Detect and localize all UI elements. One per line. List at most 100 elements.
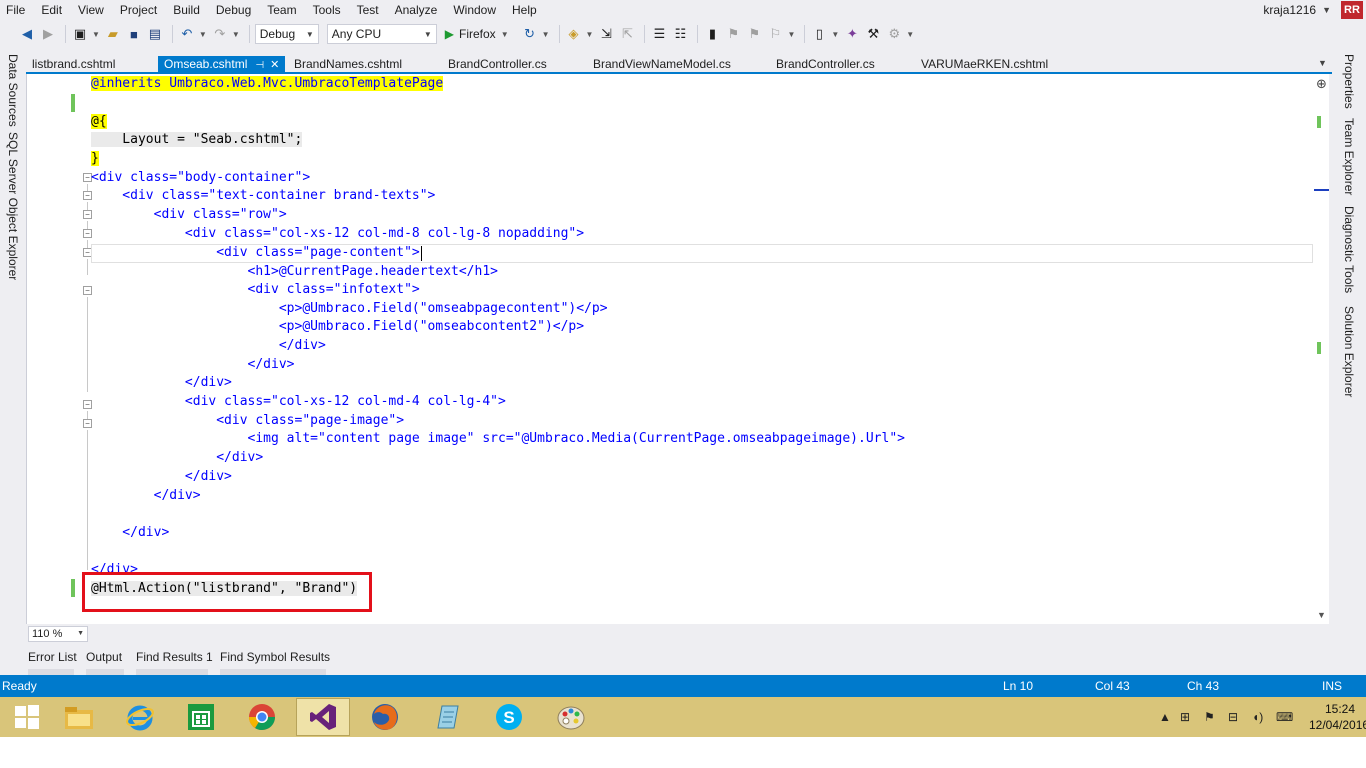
redo-icon[interactable]: ↷ [211,25,229,43]
step-over-icon[interactable]: ⇱ [618,25,636,43]
code-line-1[interactable]: @inherits Umbraco.Web.Mvc.UmbracoTemplat… [91,74,444,93]
tab-team-explorer[interactable]: Team Explorer [1342,118,1356,195]
doc-tab-omseab[interactable]: Omseab.cshtml ⊣ ✕ [158,56,286,72]
action-center-icon[interactable]: ⊞ [1180,710,1190,724]
comment-icon[interactable]: ☰ [650,25,668,43]
settings-icon[interactable]: ⚙ [885,25,903,43]
open-file-icon[interactable]: ▰ [104,25,122,43]
clear-bookmarks-icon[interactable]: ⚐ [766,25,784,43]
forward-icon[interactable]: ▶ [39,25,57,43]
tab-diagnostic-tools[interactable]: Diagnostic Tools [1342,206,1356,293]
menu-file[interactable]: File [0,0,33,20]
chevron-down-icon[interactable]: ▼ [906,30,914,39]
tab-solution-explorer[interactable]: Solution Explorer [1342,306,1356,397]
code-line-9[interactable]: <div class="col-xs-12 col-md-8 col-lg-8 … [91,224,584,243]
taskbar-file-explorer[interactable] [52,698,106,736]
bookmark-icon[interactable]: ▮ [703,25,721,43]
taskbar-chrome[interactable] [235,698,289,736]
chevron-down-icon[interactable]: ▼ [306,30,314,39]
extension-icon[interactable]: ✦ [843,25,861,43]
undo-icon[interactable]: ↶ [178,25,196,43]
clock-date[interactable]: 12/04/2016 [1309,718,1366,732]
taskbar-skype[interactable]: S [482,698,536,736]
code-line-7[interactable]: <div class="text-container brand-texts"> [91,186,435,205]
code-line-19[interactable]: <div class="page-image"> [91,411,404,430]
taskbar-firefox[interactable] [358,698,412,736]
next-bookmark-icon[interactable]: ⚑ [745,25,763,43]
save-icon[interactable]: ■ [125,25,143,43]
tab-properties[interactable]: Properties [1342,54,1356,109]
tab-sql-server-object-explorer[interactable]: SQL Server Object Explorer [6,132,20,280]
code-line-20[interactable]: <img alt="content page image" src="@Umbr… [91,429,905,448]
document-icon[interactable]: ▯ [810,25,828,43]
tool-icon[interactable]: ⚒ [864,25,882,43]
chevron-down-icon[interactable]: ▼ [1318,58,1327,68]
code-line-10[interactable]: <div class="page-content"> [91,243,420,262]
doc-tab-varumaerken[interactable]: VARUMaeRKEN.cshtml [921,57,1048,72]
tab-find-results-1[interactable]: Find Results 1 [136,650,213,664]
tab-output[interactable]: Output [86,650,122,664]
menu-debug[interactable]: Debug [208,0,259,20]
code-line-17[interactable]: </div> [91,373,232,392]
menu-test[interactable]: Test [349,0,387,20]
close-icon[interactable]: ✕ [270,59,279,71]
refresh-icon[interactable]: ↻ [521,25,539,43]
chevron-down-icon[interactable]: ▼ [232,30,240,39]
code-line-16[interactable]: </div> [91,355,295,374]
clock-time[interactable]: 15:24 [1317,702,1363,716]
menu-view[interactable]: View [70,0,112,20]
uncomment-icon[interactable]: ☷ [671,25,689,43]
back-icon[interactable]: ◀ [18,25,36,43]
start-debugging-button[interactable]: ▶ Firefox ▼ [445,27,513,41]
tab-error-list[interactable]: Error List [28,650,77,664]
solution-configuration-select[interactable]: Debug ▼ [254,24,319,44]
code-line-25[interactable]: </div> [91,523,169,542]
taskbar-notepad[interactable] [420,698,474,736]
doc-tab-brandnames[interactable]: BrandNames.cshtml [294,57,402,72]
doc-tab-brandviewnamemodel[interactable]: BrandViewNameModel.cs [593,57,731,72]
code-line-13[interactable]: <p>@Umbraco.Field("omseabpagecontent")</… [91,299,608,318]
chevron-down-icon[interactable]: ▼ [787,30,795,39]
step-into-icon[interactable]: ⇲ [597,25,615,43]
menu-project[interactable]: Project [112,0,165,20]
tab-find-symbol-results[interactable]: Find Symbol Results [220,650,330,664]
menu-analyze[interactable]: Analyze [387,0,446,20]
menu-team[interactable]: Team [259,0,304,20]
code-line-15[interactable]: </div> [91,336,326,355]
taskbar-internet-explorer[interactable] [113,698,167,736]
previous-bookmark-icon[interactable]: ⚑ [724,25,742,43]
split-window-icon[interactable]: ⊕ [1316,76,1327,92]
flag-icon[interactable]: ⚑ [1204,710,1215,724]
code-line-3[interactable]: @{ [91,112,107,131]
pin-icon[interactable]: ⊣ [255,60,264,71]
code-line-5[interactable]: } [91,149,99,168]
doc-tab-listbrand[interactable]: listbrand.cshtml [32,57,115,72]
doc-tab-brandcontroller[interactable]: BrandController.cs [448,57,547,72]
taskbar-paint[interactable] [544,698,598,736]
taskbar-visual-studio[interactable] [296,698,350,736]
network-icon[interactable]: ⊟ [1228,710,1238,724]
code-line-12[interactable]: <div class="infotext"> [91,280,420,299]
avatar[interactable]: RR [1341,1,1363,19]
code-line-6[interactable]: <div class="body-container"> [91,168,310,187]
taskbar-store[interactable] [174,698,228,736]
chevron-down-icon[interactable]: ▼ [501,30,509,39]
chevron-down-icon[interactable]: ▼ [77,627,84,641]
show-hidden-icons-icon[interactable]: ▲ [1159,710,1171,724]
tab-data-sources[interactable]: Data Sources [6,54,20,127]
code-line-18[interactable]: <div class="col-xs-12 col-md-4 col-lg-4"… [91,392,506,411]
code-line-23[interactable]: </div> [91,486,201,505]
solution-platform-select[interactable]: Any CPU ▼ [326,24,437,44]
chevron-down-icon[interactable]: ▼ [1317,610,1326,620]
chevron-down-icon[interactable]: ▼ [831,30,839,39]
chevron-down-icon[interactable]: ▼ [424,30,432,39]
chevron-down-icon[interactable]: ▼ [1322,5,1331,15]
save-all-icon[interactable]: ▤ [146,25,164,43]
chevron-down-icon[interactable]: ▼ [586,30,594,39]
code-line-8[interactable]: <div class="row"> [91,205,287,224]
menu-help[interactable]: Help [504,0,545,20]
code-line-22[interactable]: </div> [91,467,232,486]
user-name[interactable]: kraja1216 [1263,3,1316,17]
new-project-icon[interactable]: ▣ [71,25,89,43]
doc-tab-brandcontroller-2[interactable]: BrandController.cs [776,57,875,72]
